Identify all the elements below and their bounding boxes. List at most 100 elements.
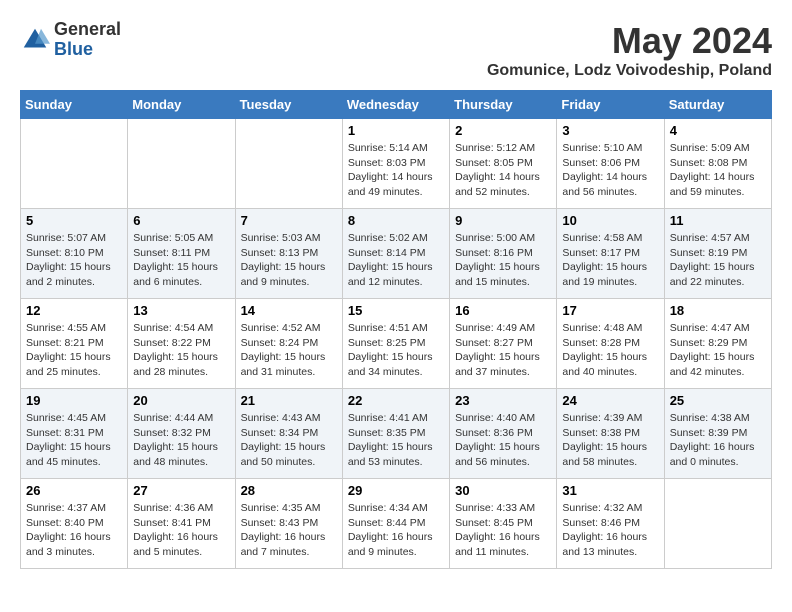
day-info: Sunrise: 4:36 AM Sunset: 8:41 PM Dayligh… bbox=[133, 501, 229, 560]
day-info: Sunrise: 5:07 AM Sunset: 8:10 PM Dayligh… bbox=[26, 231, 122, 290]
day-number: 17 bbox=[562, 303, 658, 318]
calendar-cell: 15 Sunrise: 4:51 AM Sunset: 8:25 PM Dayli… bbox=[342, 299, 449, 389]
calendar-cell: 6 Sunrise: 5:05 AM Sunset: 8:11 PM Daylig… bbox=[128, 209, 235, 299]
header-day-friday: Friday bbox=[557, 91, 664, 119]
calendar-cell bbox=[21, 119, 128, 209]
title-area: May 2024 Gomunice, Lodz Voivodeship, Pol… bbox=[487, 20, 772, 80]
calendar-cell: 4Sunrise: 5:09 AM Sunset: 8:08 PM Daylig… bbox=[664, 119, 771, 209]
calendar-cell bbox=[664, 479, 771, 569]
header-day-thursday: Thursday bbox=[450, 91, 557, 119]
day-number: 8 bbox=[348, 213, 444, 228]
day-info: Sunrise: 5:12 AM Sunset: 8:05 PM Dayligh… bbox=[455, 141, 551, 200]
calendar-cell: 14Sunrise: 4:52 AM Sunset: 8:24 PM Dayli… bbox=[235, 299, 342, 389]
day-number: 22 bbox=[348, 393, 444, 408]
day-number: 23 bbox=[455, 393, 551, 408]
calendar-cell: 9Sunrise: 5:00 AM Sunset: 8:16 PM Daylig… bbox=[450, 209, 557, 299]
calendar-body: 1Sunrise: 5:14 AM Sunset: 8:03 PM Daylig… bbox=[21, 119, 772, 569]
day-info: Sunrise: 4:47 AM Sunset: 8:29 PM Dayligh… bbox=[670, 321, 766, 380]
calendar-cell: 21Sunrise: 4:43 AM Sunset: 8:34 PM Dayli… bbox=[235, 389, 342, 479]
day-number: 12 bbox=[26, 303, 122, 318]
day-info: Sunrise: 5:05 AM Sunset: 8:11 PM Dayligh… bbox=[133, 231, 229, 290]
calendar-cell: 11 Sunrise: 4:57 AM Sunset: 8:19 PM Dayli… bbox=[664, 209, 771, 299]
main-title: May 2024 bbox=[487, 20, 772, 62]
calendar-cell: 27Sunrise: 4:36 AM Sunset: 8:41 PM Dayli… bbox=[128, 479, 235, 569]
day-info: Sunrise: 4:51 AM Sunset: 8:25 PM Dayligh… bbox=[348, 321, 444, 380]
day-number: 29 bbox=[348, 483, 444, 498]
day-info: Sunrise: 4:48 AM Sunset: 8:28 PM Dayligh… bbox=[562, 321, 658, 380]
calendar-cell: 29 Sunrise: 4:34 AM Sunset: 8:44 PM Dayli… bbox=[342, 479, 449, 569]
calendar-cell: 23Sunrise: 4:40 AM Sunset: 8:36 PM Dayli… bbox=[450, 389, 557, 479]
day-number: 25 bbox=[670, 393, 766, 408]
calendar-cell: 12 Sunrise: 4:55 AM Sunset: 8:21 PM Dayli… bbox=[21, 299, 128, 389]
day-info: Sunrise: 5:02 AM Sunset: 8:14 PM Dayligh… bbox=[348, 231, 444, 290]
calendar-cell bbox=[128, 119, 235, 209]
calendar-cell: 1Sunrise: 5:14 AM Sunset: 8:03 PM Daylig… bbox=[342, 119, 449, 209]
day-number: 28 bbox=[241, 483, 337, 498]
day-number: 31 bbox=[562, 483, 658, 498]
logo-general-text: General bbox=[54, 20, 121, 40]
day-number: 13 bbox=[133, 303, 229, 318]
day-info: Sunrise: 5:14 AM Sunset: 8:03 PM Dayligh… bbox=[348, 141, 444, 200]
header-day-sunday: Sunday bbox=[21, 91, 128, 119]
day-info: Sunrise: 4:45 AM Sunset: 8:31 PM Dayligh… bbox=[26, 411, 122, 470]
day-info: Sunrise: 5:00 AM Sunset: 8:16 PM Dayligh… bbox=[455, 231, 551, 290]
day-number: 3 bbox=[562, 123, 658, 138]
subtitle: Gomunice, Lodz Voivodeship, Poland bbox=[487, 62, 772, 80]
week-row-1: 1Sunrise: 5:14 AM Sunset: 8:03 PM Daylig… bbox=[21, 119, 772, 209]
day-number: 2 bbox=[455, 123, 551, 138]
day-info: Sunrise: 4:41 AM Sunset: 8:35 PM Dayligh… bbox=[348, 411, 444, 470]
day-number: 11 bbox=[670, 213, 766, 228]
calendar-cell: 28 Sunrise: 4:35 AM Sunset: 8:43 PM Dayli… bbox=[235, 479, 342, 569]
calendar-cell: 8 Sunrise: 5:02 AM Sunset: 8:14 PM Daylig… bbox=[342, 209, 449, 299]
logo-icon bbox=[20, 25, 50, 55]
calendar-header: SundayMondayTuesdayWednesdayThursdayFrid… bbox=[21, 91, 772, 119]
day-info: Sunrise: 4:57 AM Sunset: 8:19 PM Dayligh… bbox=[670, 231, 766, 290]
day-number: 18 bbox=[670, 303, 766, 318]
calendar-cell: 19 Sunrise: 4:45 AM Sunset: 8:31 PM Dayli… bbox=[21, 389, 128, 479]
day-number: 4 bbox=[670, 123, 766, 138]
header-day-tuesday: Tuesday bbox=[235, 91, 342, 119]
day-info: Sunrise: 4:43 AM Sunset: 8:34 PM Dayligh… bbox=[241, 411, 337, 470]
day-info: Sunrise: 4:33 AM Sunset: 8:45 PM Dayligh… bbox=[455, 501, 551, 560]
day-number: 24 bbox=[562, 393, 658, 408]
header-day-saturday: Saturday bbox=[664, 91, 771, 119]
day-info: Sunrise: 4:58 AM Sunset: 8:17 PM Dayligh… bbox=[562, 231, 658, 290]
header-day-monday: Monday bbox=[128, 91, 235, 119]
day-info: Sunrise: 4:44 AM Sunset: 8:32 PM Dayligh… bbox=[133, 411, 229, 470]
day-number: 10 bbox=[562, 213, 658, 228]
calendar-table: SundayMondayTuesdayWednesdayThursdayFrid… bbox=[20, 90, 772, 569]
day-info: Sunrise: 4:37 AM Sunset: 8:40 PM Dayligh… bbox=[26, 501, 122, 560]
day-number: 5 bbox=[26, 213, 122, 228]
day-info: Sunrise: 4:38 AM Sunset: 8:39 PM Dayligh… bbox=[670, 411, 766, 470]
day-info: Sunrise: 4:49 AM Sunset: 8:27 PM Dayligh… bbox=[455, 321, 551, 380]
calendar-cell: 13 Sunrise: 4:54 AM Sunset: 8:22 PM Dayli… bbox=[128, 299, 235, 389]
day-info: Sunrise: 4:39 AM Sunset: 8:38 PM Dayligh… bbox=[562, 411, 658, 470]
calendar-cell: 26 Sunrise: 4:37 AM Sunset: 8:40 PM Dayli… bbox=[21, 479, 128, 569]
calendar-cell: 17 Sunrise: 4:48 AM Sunset: 8:28 PM Dayli… bbox=[557, 299, 664, 389]
day-info: Sunrise: 4:34 AM Sunset: 8:44 PM Dayligh… bbox=[348, 501, 444, 560]
day-number: 26 bbox=[26, 483, 122, 498]
week-row-4: 19 Sunrise: 4:45 AM Sunset: 8:31 PM Dayli… bbox=[21, 389, 772, 479]
header: General Blue May 2024 Gomunice, Lodz Voi… bbox=[20, 20, 772, 80]
day-info: Sunrise: 5:03 AM Sunset: 8:13 PM Dayligh… bbox=[241, 231, 337, 290]
day-number: 15 bbox=[348, 303, 444, 318]
day-number: 6 bbox=[133, 213, 229, 228]
calendar-cell: 10 Sunrise: 4:58 AM Sunset: 8:17 PM Dayli… bbox=[557, 209, 664, 299]
logo-blue-text: Blue bbox=[54, 40, 121, 60]
week-row-2: 5 Sunrise: 5:07 AM Sunset: 8:10 PM Daylig… bbox=[21, 209, 772, 299]
day-info: Sunrise: 4:32 AM Sunset: 8:46 PM Dayligh… bbox=[562, 501, 658, 560]
calendar-cell: 5 Sunrise: 5:07 AM Sunset: 8:10 PM Daylig… bbox=[21, 209, 128, 299]
calendar-cell: 31 Sunrise: 4:32 AM Sunset: 8:46 PM Dayli… bbox=[557, 479, 664, 569]
calendar-cell: 20Sunrise: 4:44 AM Sunset: 8:32 PM Dayli… bbox=[128, 389, 235, 479]
header-row: SundayMondayTuesdayWednesdayThursdayFrid… bbox=[21, 91, 772, 119]
calendar-cell: 3Sunrise: 5:10 AM Sunset: 8:06 PM Daylig… bbox=[557, 119, 664, 209]
calendar-cell: 7Sunrise: 5:03 AM Sunset: 8:13 PM Daylig… bbox=[235, 209, 342, 299]
calendar-cell: 24 Sunrise: 4:39 AM Sunset: 8:38 PM Dayli… bbox=[557, 389, 664, 479]
day-info: Sunrise: 4:55 AM Sunset: 8:21 PM Dayligh… bbox=[26, 321, 122, 380]
day-number: 30 bbox=[455, 483, 551, 498]
day-info: Sunrise: 4:54 AM Sunset: 8:22 PM Dayligh… bbox=[133, 321, 229, 380]
day-number: 19 bbox=[26, 393, 122, 408]
week-row-5: 26 Sunrise: 4:37 AM Sunset: 8:40 PM Dayli… bbox=[21, 479, 772, 569]
day-info: Sunrise: 4:35 AM Sunset: 8:43 PM Dayligh… bbox=[241, 501, 337, 560]
day-number: 16 bbox=[455, 303, 551, 318]
